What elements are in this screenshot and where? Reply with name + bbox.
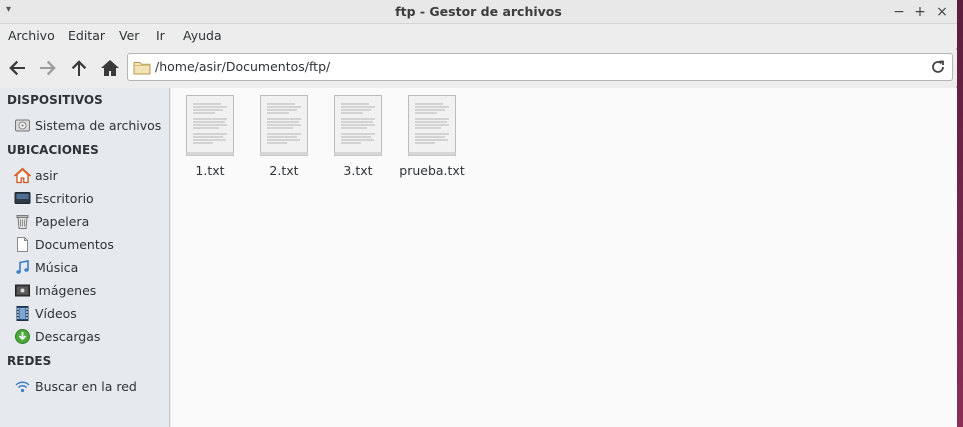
sidebar-item-videos[interactable]: Vídeos bbox=[14, 304, 166, 324]
sidebar-item-label: Descargas bbox=[35, 329, 101, 344]
arrow-right-icon bbox=[40, 60, 56, 76]
menu-ayuda[interactable]: Ayuda bbox=[183, 28, 222, 43]
sidebar-section-dispositivos: DISPOSITIVOS bbox=[7, 93, 103, 107]
text-file-icon bbox=[260, 95, 308, 159]
arrow-left-icon bbox=[9, 60, 25, 76]
sidebar-item-descargas[interactable]: Descargas bbox=[14, 327, 166, 347]
file-item[interactable]: prueba.txt bbox=[394, 94, 470, 186]
reload-icon[interactable] bbox=[930, 59, 946, 78]
folder-icon bbox=[133, 60, 151, 78]
sidebar-item-label: Imágenes bbox=[35, 283, 97, 298]
file-item[interactable]: 3.txt bbox=[320, 94, 396, 186]
menu-archivo[interactable]: Archivo bbox=[8, 28, 55, 43]
sidebar-section-redes: REDES bbox=[7, 354, 52, 368]
desktop-background bbox=[957, 0, 963, 427]
trash-icon bbox=[14, 213, 31, 230]
sidebar-item-sistema-de-archivos[interactable]: Sistema de archivos bbox=[14, 116, 166, 136]
file-name: 3.txt bbox=[343, 163, 373, 178]
text-file-icon bbox=[186, 95, 234, 159]
menu-editar[interactable]: Editar bbox=[68, 28, 105, 43]
sidebar-item-documentos[interactable]: Documentos bbox=[14, 235, 166, 255]
sidebar: DISPOSITIVOS Sistema de archivos UBICACI… bbox=[0, 88, 170, 427]
file-view[interactable]: 1.txt 2.txt 3.txt prueba.txt bbox=[171, 88, 957, 427]
video-icon bbox=[14, 305, 31, 322]
sidebar-item-buscar-en-la-red[interactable]: Buscar en la red bbox=[14, 377, 166, 397]
sidebar-item-label: Escritorio bbox=[35, 191, 94, 206]
file-name: prueba.txt bbox=[399, 163, 465, 178]
sidebar-item-asir[interactable]: asir bbox=[13, 166, 166, 186]
menu-ver[interactable]: Ver bbox=[119, 28, 139, 43]
home-icon bbox=[101, 60, 119, 76]
text-file-icon bbox=[334, 95, 382, 159]
menu-ir[interactable]: Ir bbox=[156, 28, 165, 43]
up-button[interactable] bbox=[67, 56, 91, 80]
sidebar-item-label: Sistema de archivos bbox=[35, 118, 162, 133]
home-icon bbox=[13, 167, 32, 184]
minimize-button[interactable]: − bbox=[890, 3, 908, 21]
file-name: 1.txt bbox=[195, 163, 225, 178]
forward-button[interactable] bbox=[36, 56, 60, 80]
back-button[interactable] bbox=[5, 56, 29, 80]
text-file-icon bbox=[408, 95, 456, 159]
file-name: 2.txt bbox=[269, 163, 299, 178]
location-bar[interactable]: /home/asir/Documentos/ftp/ bbox=[127, 53, 953, 81]
drive-icon bbox=[14, 117, 31, 134]
location-path[interactable]: /home/asir/Documentos/ftp/ bbox=[155, 59, 330, 74]
sidebar-item-label: asir bbox=[35, 168, 58, 183]
sidebar-item-label: Documentos bbox=[35, 237, 114, 252]
pictures-icon bbox=[14, 282, 31, 299]
document-icon bbox=[14, 236, 31, 253]
sidebar-item-escritorio[interactable]: Escritorio bbox=[14, 189, 166, 209]
sidebar-section-ubicaciones: UBICACIONES bbox=[7, 143, 99, 157]
maximize-button[interactable]: + bbox=[911, 3, 929, 21]
file-manager-window: ▾ ftp - Gestor de archivos − + × Archivo… bbox=[0, 0, 957, 427]
sidebar-item-papelera[interactable]: Papelera bbox=[14, 212, 166, 232]
window-title: ftp - Gestor de archivos bbox=[395, 4, 562, 19]
network-icon bbox=[14, 378, 31, 395]
desktop-icon bbox=[14, 190, 31, 207]
home-button[interactable] bbox=[98, 56, 122, 80]
download-icon bbox=[14, 328, 31, 345]
file-item[interactable]: 1.txt bbox=[172, 94, 248, 186]
sidebar-item-imagenes[interactable]: Imágenes bbox=[14, 281, 166, 301]
toolbar: /home/asir/Documentos/ftp/ bbox=[0, 50, 957, 86]
sidebar-item-musica[interactable]: Música bbox=[14, 258, 166, 278]
title-bar[interactable]: ▾ ftp - Gestor de archivos − + × bbox=[0, 0, 957, 24]
sidebar-item-label: Música bbox=[35, 260, 79, 275]
arrow-up-icon bbox=[71, 60, 87, 76]
sidebar-item-label: Buscar en la red bbox=[35, 379, 137, 394]
music-icon bbox=[14, 259, 31, 276]
sidebar-item-label: Papelera bbox=[35, 214, 90, 229]
sidebar-item-label: Vídeos bbox=[35, 306, 77, 321]
close-button[interactable]: × bbox=[933, 3, 951, 21]
menu-bar: Archivo Editar Ver Ir Ayuda bbox=[0, 24, 957, 48]
file-item[interactable]: 2.txt bbox=[246, 94, 322, 186]
